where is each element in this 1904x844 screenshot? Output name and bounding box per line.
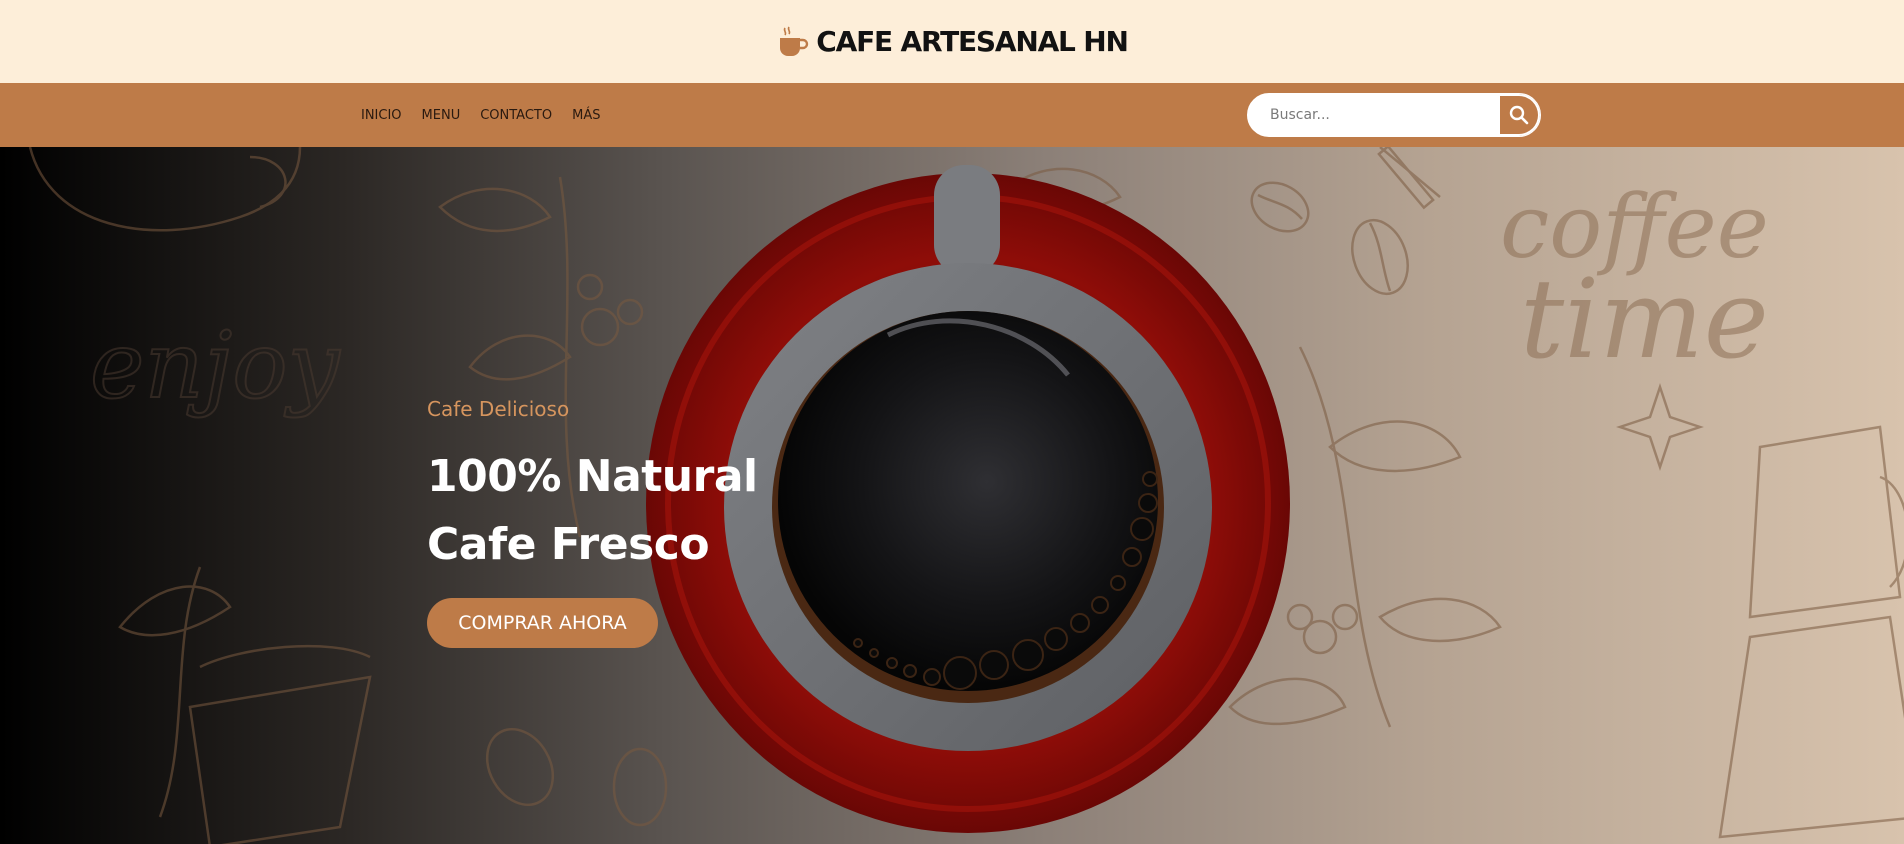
top-header: CAFE ARTESANAL HN: [0, 0, 1904, 83]
nav-item-mas[interactable]: MÁS: [572, 108, 600, 123]
search-input[interactable]: [1248, 94, 1498, 136]
hero-text: Cafe Delicioso 100% Natural Cafe Fresco: [427, 397, 758, 579]
nav-item-contacto[interactable]: CONTACTO: [480, 108, 552, 123]
nav-links: INICIO MENU CONTACTO MÁS: [361, 83, 620, 147]
search-icon: [1509, 105, 1529, 125]
svg-text:time: time: [1520, 255, 1769, 383]
nav-item-menu[interactable]: MENU: [422, 108, 461, 123]
brand-name: CAFE ARTESANAL HN: [816, 25, 1129, 58]
hero-title-line-2: Cafe Fresco: [427, 519, 710, 570]
hero-kicker: Cafe Delicioso: [427, 397, 570, 421]
hero-banner: enjoy coffee time Cafe Delicioso 100% Na…: [0, 147, 1904, 844]
buy-now-button[interactable]: COMPRAR AHORA: [427, 598, 658, 648]
search-button[interactable]: [1498, 94, 1540, 136]
main-nav: INICIO MENU CONTACTO MÁS: [0, 83, 1904, 147]
svg-text:enjoy: enjoy: [90, 312, 341, 419]
hero-title-line-1: 100% Natural: [427, 451, 758, 502]
nav-item-inicio[interactable]: INICIO: [361, 108, 402, 123]
search-box: [1247, 93, 1541, 137]
coffee-cup-icon: [780, 26, 809, 56]
brand[interactable]: CAFE ARTESANAL HN: [776, 25, 1129, 59]
